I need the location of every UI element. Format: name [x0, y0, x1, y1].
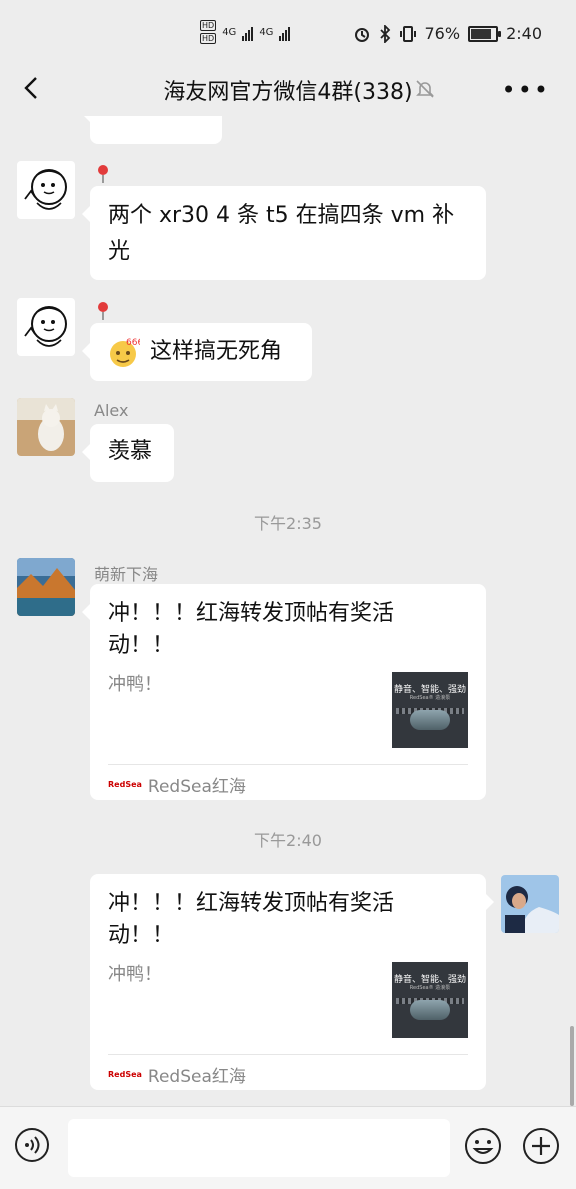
- card-description: 冲鸭！: [108, 964, 162, 985]
- signal-icon: [242, 23, 254, 41]
- vibrate-icon: [399, 25, 416, 42]
- card-source: RedSea RedSea红海: [108, 1062, 246, 1087]
- link-card[interactable]: 冲！！！红海转发顶帖有奖活动！！ 冲鸭！ 静音、智能、强劲 RedSea® 造浪…: [90, 874, 494, 1090]
- card-description: 冲鸭！: [108, 674, 162, 695]
- message-text: 羡慕: [108, 439, 153, 464]
- bluetooth-icon: [379, 24, 390, 43]
- source-name: RedSea红海: [147, 1067, 246, 1087]
- more-plus-icon[interactable]: [522, 1127, 560, 1165]
- chat-title: 海友网官方微信4群(338): [163, 80, 413, 105]
- card-source: RedSea RedSea红海: [108, 772, 246, 797]
- network-type-2: 4G: [259, 26, 274, 38]
- message-list[interactable]: 两个 xr30 4 条 t5 在搞四条 vm 补光 666 这样搞无死角 Ale…: [0, 116, 576, 1106]
- alarm-icon: [354, 27, 369, 42]
- pin-icon: [98, 165, 108, 183]
- clock: 2:40: [506, 24, 542, 43]
- divider: [108, 764, 468, 765]
- status-bar: HD HD 4G 4G 76% 2:40: [0, 0, 576, 64]
- signal-icon: [279, 23, 291, 41]
- emoji-icon[interactable]: [464, 1127, 502, 1165]
- emoji-666-icon: 666: [110, 338, 140, 367]
- avatar-mengxin[interactable]: [17, 558, 75, 616]
- source-logo: RedSea: [108, 1070, 142, 1079]
- card-thumbnail: 静音、智能、强劲 RedSea® 造浪泵: [392, 672, 468, 748]
- message-text: 这样搞无死角: [150, 339, 283, 364]
- card-thumbnail: 静音、智能、强劲 RedSea® 造浪泵: [392, 962, 468, 1038]
- card-title: 冲！！！红海转发顶帖有奖活动！！: [108, 891, 395, 948]
- partial-message-bubble[interactable]: [82, 116, 222, 144]
- chat-header: 海友网官方微信4群(338) •••: [0, 64, 576, 116]
- more-options-icon[interactable]: •••: [502, 76, 550, 104]
- message-text: 两个 xr30 4 条 t5 在搞四条 vm 补光: [108, 203, 455, 264]
- input-bar: [0, 1106, 576, 1189]
- avatar-self[interactable]: [501, 875, 559, 933]
- mute-bell-icon: [416, 80, 434, 98]
- battery-percent: 76%: [424, 24, 461, 43]
- message-bubble[interactable]: 两个 xr30 4 条 t5 在搞四条 vm 补光: [82, 186, 486, 280]
- message-bubble[interactable]: 666 这样搞无死角: [82, 323, 312, 381]
- timestamp: 下午2:35: [254, 514, 322, 533]
- source-logo: RedSea: [108, 780, 142, 789]
- network-type-1: 4G: [222, 26, 237, 38]
- divider: [108, 1054, 468, 1055]
- link-card[interactable]: 冲！！！红海转发顶帖有奖活动！！ 冲鸭！ 静音、智能、强劲 RedSea® 造浪…: [82, 584, 486, 800]
- timestamp: 下午2:40: [254, 831, 322, 850]
- source-name: RedSea红海: [147, 777, 246, 797]
- message-bubble[interactable]: 羡慕: [82, 424, 174, 482]
- svg-text:666: 666: [126, 338, 140, 348]
- pin-icon: [98, 302, 108, 320]
- sender-name: Alex: [94, 401, 129, 420]
- card-title: 冲！！！红海转发顶帖有奖活动！！: [108, 601, 395, 658]
- voice-input-icon[interactable]: [14, 1127, 50, 1163]
- battery-icon: [468, 25, 502, 42]
- avatar-alex[interactable]: [17, 398, 75, 456]
- hd-icon: HD: [200, 33, 217, 44]
- sender-name: 萌新下海: [94, 565, 159, 584]
- hd-icon: HD: [200, 20, 217, 31]
- avatar[interactable]: [17, 161, 75, 219]
- message-input[interactable]: [68, 1119, 450, 1177]
- avatar[interactable]: [17, 298, 75, 356]
- scrollbar[interactable]: [570, 1026, 574, 1106]
- hd-icons: HD HD: [200, 20, 217, 44]
